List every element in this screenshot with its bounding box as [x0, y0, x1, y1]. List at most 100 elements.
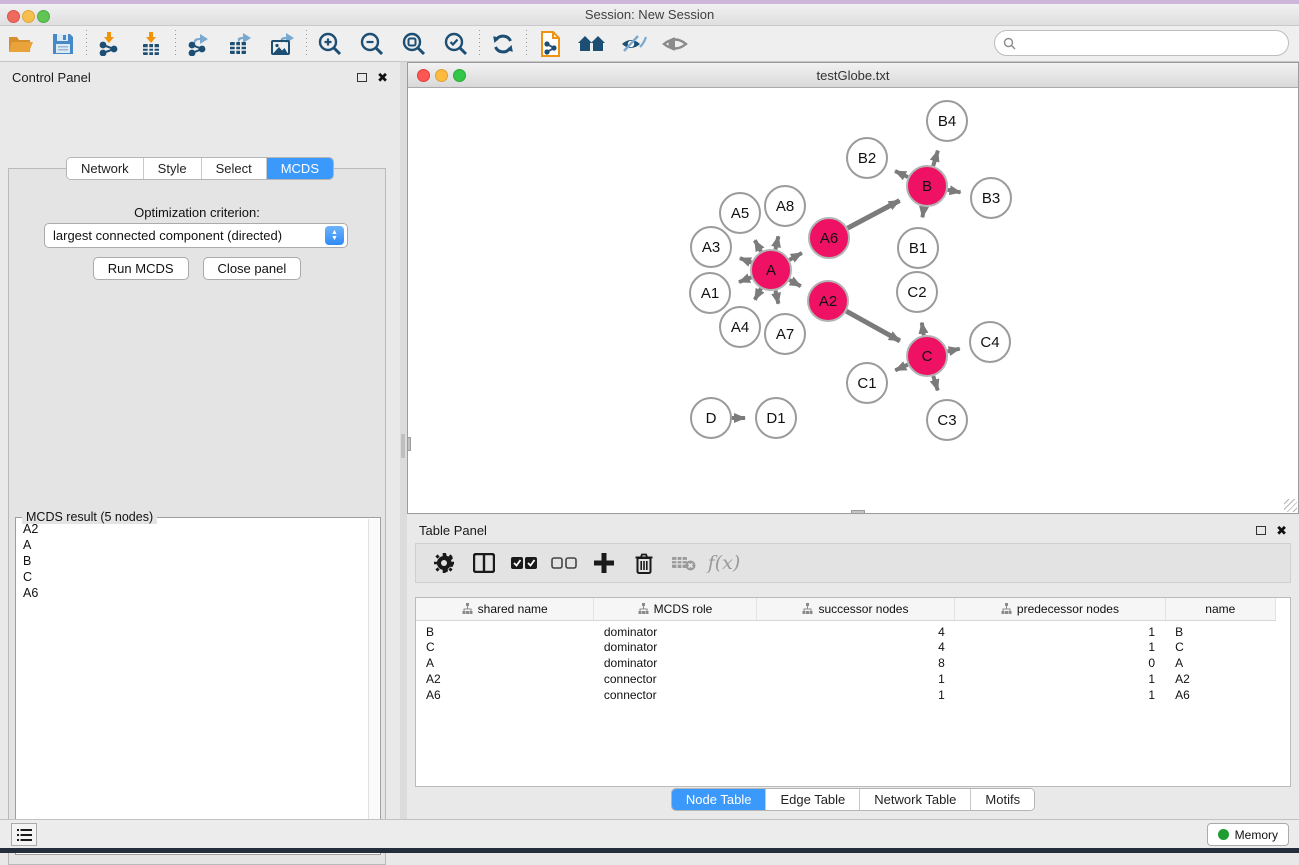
table-cell[interactable]: connector	[594, 687, 756, 703]
open-session-button[interactable]	[0, 28, 42, 60]
table-cell[interactable]: A	[416, 655, 594, 671]
network-minimize-button[interactable]	[435, 69, 448, 82]
table-cell[interactable]: C	[416, 639, 594, 655]
graph-edge-A-A2[interactable]	[789, 280, 800, 286]
refresh-button[interactable]	[482, 28, 524, 60]
panel-splitter[interactable]	[400, 62, 407, 819]
mcds-result-item[interactable]: A6	[17, 585, 368, 601]
export-table-button[interactable]	[220, 28, 262, 60]
graph-edge-A-A7[interactable]	[775, 291, 778, 304]
graph-edge-A-A5[interactable]	[755, 240, 761, 251]
table-row[interactable]: Adominator80A	[416, 655, 1276, 671]
table-cell[interactable]: B	[416, 620, 594, 639]
resize-grip-corner[interactable]	[1284, 499, 1297, 512]
table-cell[interactable]: 1	[955, 620, 1165, 639]
graph-edge-C-C2[interactable]	[922, 323, 924, 336]
table-cell[interactable]: A	[1165, 655, 1275, 671]
tab-network[interactable]: Network	[67, 158, 143, 179]
tab-edge-table[interactable]: Edge Table	[765, 789, 859, 810]
graph-edge-A-A1[interactable]	[739, 277, 751, 282]
graph-edge-B-B3[interactable]	[948, 190, 961, 192]
mcds-result-list[interactable]: A2ABCA6	[17, 521, 368, 853]
minimize-window-button[interactable]	[22, 10, 35, 23]
task-history-button[interactable]	[11, 823, 37, 846]
float-table-panel-icon[interactable]	[1256, 526, 1266, 535]
zoom-in-button[interactable]	[309, 28, 351, 60]
mcds-result-item[interactable]: B	[17, 553, 368, 569]
column-header-successor-nodes[interactable]: successor nodes	[756, 598, 955, 620]
tab-node-table[interactable]: Node Table	[672, 789, 766, 810]
graph-edge-A-A6[interactable]	[789, 253, 801, 260]
select-all-button[interactable]	[506, 547, 542, 579]
show-column-button[interactable]	[466, 547, 502, 579]
table-cell[interactable]: 1	[756, 687, 955, 703]
table-options-button[interactable]	[426, 547, 462, 579]
export-image-button[interactable]	[262, 28, 304, 60]
close-panel-button[interactable]: Close panel	[203, 257, 302, 280]
table-cell[interactable]: dominator	[594, 639, 756, 655]
table-cell[interactable]: dominator	[594, 655, 756, 671]
zoom-out-button[interactable]	[351, 28, 393, 60]
table-cell[interactable]: 0	[955, 655, 1165, 671]
table-cell[interactable]: dominator	[594, 620, 756, 639]
export-network-button[interactable]	[178, 28, 220, 60]
table-cell[interactable]: A6	[416, 687, 594, 703]
search-field[interactable]	[994, 30, 1289, 56]
mcds-result-item[interactable]: A2	[17, 521, 368, 537]
close-panel-icon[interactable]: ✖	[377, 71, 388, 84]
delete-column-button[interactable]	[626, 547, 662, 579]
table-cell[interactable]: A2	[416, 671, 594, 687]
graph-edge-B-B4[interactable]	[933, 151, 938, 166]
mcds-result-item[interactable]: A	[17, 537, 368, 553]
run-mcds-button[interactable]: Run MCDS	[93, 257, 189, 280]
show-all-button[interactable]	[655, 28, 697, 60]
table-cell[interactable]: 8	[756, 655, 955, 671]
import-table-button[interactable]	[131, 28, 173, 60]
table-row[interactable]: Bdominator41B	[416, 620, 1276, 639]
column-header-predecessor-nodes[interactable]: predecessor nodes	[955, 598, 1165, 620]
hide-selected-button[interactable]	[613, 28, 655, 60]
resize-grip-bottom[interactable]	[851, 510, 865, 514]
criterion-dropdown[interactable]: largest connected component (directed) ▲…	[44, 223, 348, 248]
close-window-button[interactable]	[7, 10, 20, 23]
graph-edge-A-A4[interactable]	[755, 288, 761, 299]
graph-edge-A6-B[interactable]	[848, 201, 900, 229]
tab-network-table[interactable]: Network Table	[859, 789, 970, 810]
column-header-MCDS-role[interactable]: MCDS role	[594, 598, 756, 620]
table-cell[interactable]: C	[1165, 639, 1275, 655]
graph-edge-A-A3[interactable]	[740, 258, 751, 262]
column-header-shared-name[interactable]: shared name	[416, 598, 594, 620]
graph-edge-B-B2[interactable]	[895, 171, 908, 177]
first-neighbors-button[interactable]	[571, 28, 613, 60]
save-session-button[interactable]	[42, 28, 84, 60]
column-header-name[interactable]: name	[1165, 598, 1275, 620]
resize-grip-left[interactable]	[407, 437, 411, 451]
graph-edge-B-B1[interactable]	[922, 207, 924, 218]
tab-motifs[interactable]: Motifs	[970, 789, 1034, 810]
network-graph[interactable]: B4B2BB3A8A5A6A3B1AA1C2A2A4A7C4CC1C3DD1	[408, 89, 1298, 513]
search-input[interactable]	[1021, 36, 1288, 50]
table-cell[interactable]: connector	[594, 671, 756, 687]
float-panel-icon[interactable]	[357, 73, 367, 82]
clone-network-button[interactable]	[529, 28, 571, 60]
function-builder-button[interactable]: f(x)	[706, 547, 742, 579]
mcds-result-item[interactable]: C	[17, 569, 368, 585]
graph-edge-A-A8[interactable]	[775, 236, 778, 249]
zoom-fit-button[interactable]	[393, 28, 435, 60]
network-canvas[interactable]: B4B2BB3A8A5A6A3B1AA1C2A2A4A7C4CC1C3DD1	[408, 89, 1298, 513]
table-cell[interactable]: 1	[955, 639, 1165, 655]
delete-table-button[interactable]	[666, 547, 702, 579]
table-row[interactable]: Cdominator41C	[416, 639, 1276, 655]
table-cell[interactable]: B	[1165, 620, 1275, 639]
network-zoom-button[interactable]	[453, 69, 466, 82]
graph-edge-C-C1[interactable]	[895, 365, 908, 371]
create-column-button[interactable]	[586, 547, 622, 579]
table-cell[interactable]: 1	[756, 671, 955, 687]
graph-edge-C-C3[interactable]	[933, 376, 937, 390]
tab-style[interactable]: Style	[143, 158, 201, 179]
table-cell[interactable]: 4	[756, 620, 955, 639]
graph-edge-C-C4[interactable]	[947, 349, 959, 352]
table-row[interactable]: A6connector11A6	[416, 687, 1276, 703]
network-window-titlebar[interactable]: testGlobe.txt	[408, 63, 1298, 88]
graph-edge-A2-C[interactable]	[846, 311, 900, 341]
